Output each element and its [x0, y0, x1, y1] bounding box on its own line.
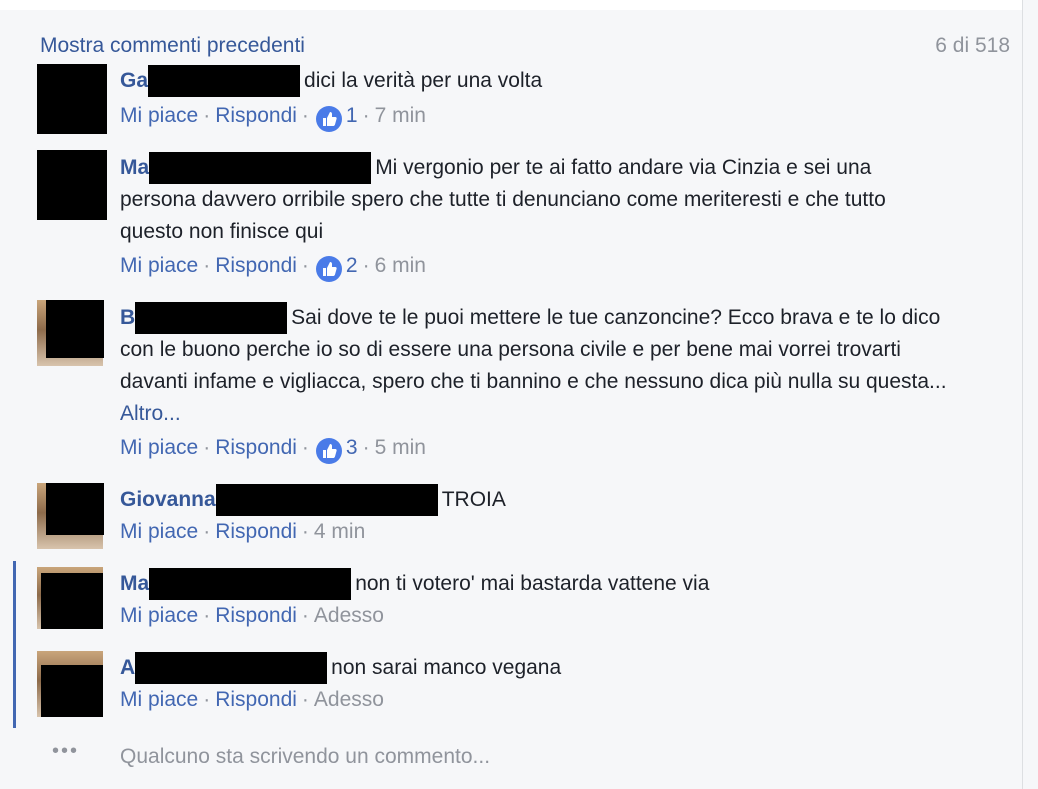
avatar-redaction: [41, 665, 103, 717]
comment-body: Giovanna TROIA: [120, 484, 950, 516]
comment-text: Mi vergonio per te ai fatto andare via: [375, 156, 717, 179]
comment-text: dici la verità per una volta: [304, 69, 543, 92]
like-count[interactable]: 3: [346, 436, 358, 459]
redaction: [148, 65, 301, 97]
comment-body: B Sai dove te le puoi mettere le tue canz…: [120, 302, 950, 430]
reply-button[interactable]: Rispondi: [215, 604, 297, 627]
redaction: [149, 568, 352, 600]
panel-border: [1022, 0, 1023, 789]
like-button[interactable]: Mi piace: [120, 520, 198, 543]
comment-text: TROIA: [441, 488, 506, 511]
reply-button[interactable]: Rispondi: [215, 104, 297, 127]
comment-body: Anon sarai manco vegana: [120, 652, 950, 684]
like-button[interactable]: Mi piace: [120, 104, 198, 127]
reply-button[interactable]: Rispondi: [215, 688, 297, 711]
like-button[interactable]: Mi piace: [120, 604, 198, 627]
like-count[interactable]: 1: [346, 104, 358, 127]
comment-time[interactable]: 7 min: [375, 104, 426, 127]
avatar[interactable]: [37, 150, 107, 220]
top-strip: [0, 0, 1023, 10]
redaction: [215, 484, 438, 516]
like-button[interactable]: Mi piace: [120, 688, 198, 711]
comment-body: Ma non ti votero' mai bastarda vattene vi…: [120, 568, 950, 600]
comment-actions: Mi piace · Rispondi · 2 · 6 min: [120, 254, 426, 282]
like-thumb-icon[interactable]: [315, 106, 342, 132]
comment-author[interactable]: B: [120, 306, 135, 329]
comment-body: Ga dici la verità per una volta: [120, 65, 950, 97]
comment-actions: Mi piace · Rispondi · Adesso: [120, 604, 384, 627]
like-thumb-icon[interactable]: [315, 256, 342, 282]
comment-time[interactable]: Adesso: [314, 688, 384, 711]
comment-actions: Mi piace · Rispondi · 1 · 7 min: [120, 104, 426, 132]
comment-time[interactable]: Adesso: [314, 604, 384, 627]
comment-author[interactable]: Ga: [120, 69, 148, 92]
comment-actions: Mi piace · Rispondi · 4 min: [120, 520, 366, 543]
comments-header: Mostra commenti precedenti 6 di 518: [0, 10, 1022, 60]
typing-indicator-text: Qualcuno sta scrivendo un commento...: [120, 745, 491, 768]
reply-button[interactable]: Rispondi: [215, 436, 297, 459]
redaction: [149, 152, 372, 184]
comment-count: 6 di 518: [935, 34, 1010, 57]
avatar[interactable]: [37, 567, 103, 629]
avatar-redaction: [46, 300, 104, 358]
like-count[interactable]: 2: [346, 254, 358, 277]
comment-author[interactable]: Giovanna: [120, 488, 216, 511]
show-previous-comments-link[interactable]: Mostra commenti precedenti: [40, 34, 305, 58]
avatar-redaction: [46, 483, 104, 535]
redaction: [135, 652, 328, 684]
avatar[interactable]: [37, 300, 104, 366]
redaction: [135, 302, 288, 334]
like-button[interactable]: Mi piace: [120, 436, 198, 459]
comment-time[interactable]: 6 min: [375, 254, 426, 277]
like-button[interactable]: Mi piace: [120, 254, 198, 277]
comment-author[interactable]: Ma: [120, 156, 149, 179]
reply-button[interactable]: Rispondi: [215, 254, 297, 277]
reply-button[interactable]: Rispondi: [215, 520, 297, 543]
avatar[interactable]: [37, 651, 103, 717]
comment-text: non ti votero' mai bastarda vattene via: [355, 572, 710, 595]
see-more-link[interactable]: Altro...: [120, 402, 181, 425]
comment-time[interactable]: 5 min: [375, 436, 426, 459]
comment-actions: Mi piace · Rispondi · Adesso: [120, 688, 384, 711]
reply-thread-indicator: [13, 561, 16, 728]
avatar[interactable]: [37, 64, 107, 134]
comment-author[interactable]: A: [120, 656, 135, 679]
comment-actions: Mi piace · Rispondi · 3 · 5 min: [120, 436, 426, 464]
comment-body: Ma Mi vergonio per te ai fatto andare via…: [120, 152, 910, 248]
like-thumb-icon[interactable]: [315, 438, 342, 464]
avatar[interactable]: [37, 483, 104, 549]
comment-author[interactable]: Ma: [120, 572, 149, 595]
typing-dots-icon: •••: [52, 740, 80, 762]
comment-text: Sai dove te le puoi mettere le tue canzo…: [291, 306, 851, 329]
comment-text: non sarai manco vegana: [331, 656, 562, 679]
avatar-redaction: [41, 573, 103, 629]
comment-time[interactable]: 4 min: [314, 520, 365, 543]
